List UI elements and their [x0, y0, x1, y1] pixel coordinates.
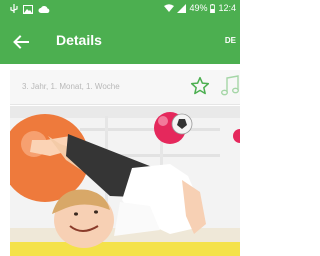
info-bar: 3. Jahr, 1. Monat, 1. Woche — [10, 70, 240, 105]
page-title: Details — [56, 32, 102, 48]
app-bar-action[interactable]: DE — [225, 36, 236, 45]
status-left-icons — [10, 4, 50, 14]
usb-icon — [10, 4, 18, 13]
signal-icon — [177, 3, 187, 13]
status-right: 49% 12:4 — [164, 3, 236, 13]
baby-exercise-illustration — [10, 106, 240, 256]
cloud-icon — [38, 6, 50, 13]
status-time: 12:4 — [218, 3, 236, 13]
battery-icon — [210, 3, 216, 13]
back-arrow-icon[interactable] — [12, 33, 30, 51]
hero-photo — [10, 106, 240, 256]
battery-percent: 49% — [189, 3, 208, 13]
status-bar: 49% 12:4 — [0, 0, 240, 20]
wifi-icon — [164, 4, 175, 12]
star-outline-icon[interactable] — [190, 76, 210, 96]
week-label: 3. Jahr, 1. Monat, 1. Woche — [22, 82, 120, 91]
image-icon — [23, 4, 33, 14]
app-bar: Details DE — [0, 20, 240, 64]
music-note-icon[interactable] — [220, 75, 240, 97]
